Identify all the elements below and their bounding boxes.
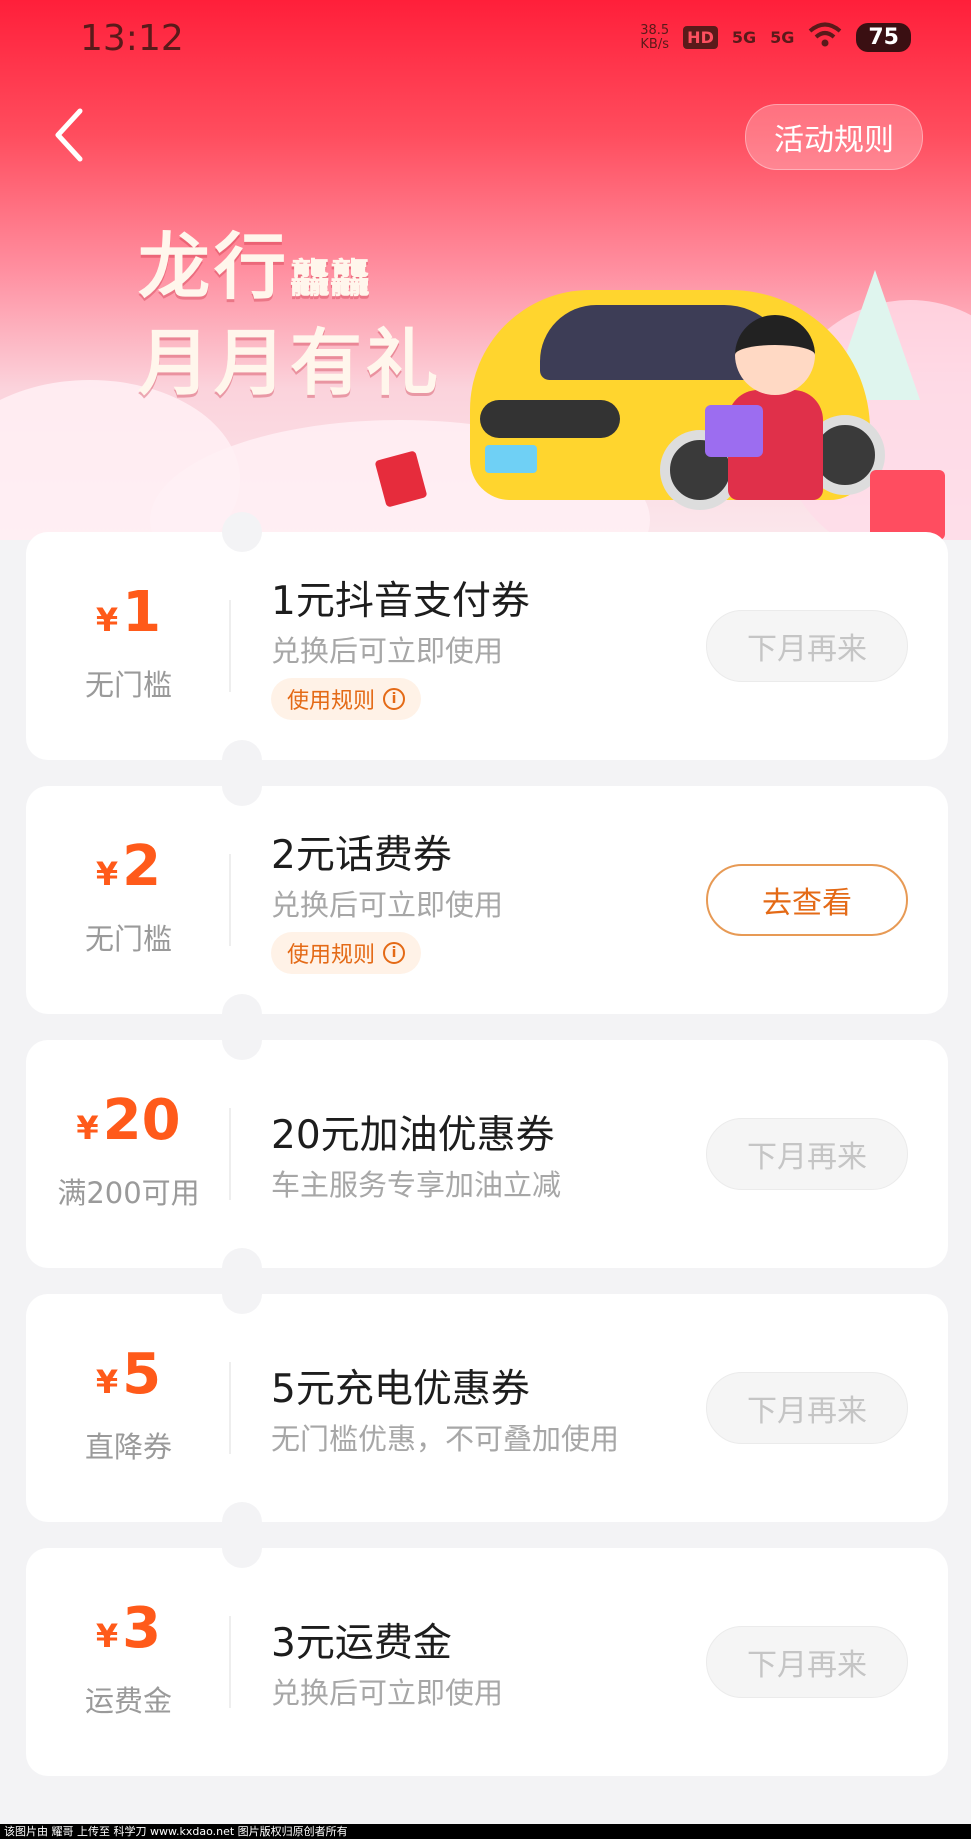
coupon-amount: ¥3 — [95, 1596, 162, 1661]
hero-banner: 13:12 38.5 KB/s HD 5G 5G 75 活动规则 龙行龘龘 月月… — [0, 0, 971, 540]
wifi-icon — [808, 22, 842, 53]
coupon-amount: ¥20 — [76, 1088, 181, 1153]
usage-rules-link[interactable]: 使用规则 i — [271, 932, 422, 974]
activity-rules-button[interactable]: 活动规则 — [745, 104, 923, 170]
come-back-next-month-button[interactable]: 下月再来 — [706, 610, 908, 682]
battery-indicator: 75 — [856, 23, 911, 52]
coupon-title: 20元加油优惠券 — [271, 1113, 555, 1158]
status-icons: 38.5 KB/s HD 5G 5G 75 — [640, 22, 911, 53]
status-bar: 13:12 38.5 KB/s HD 5G 5G 75 — [0, 0, 971, 80]
net-speed: 38.5 KB/s — [640, 22, 670, 52]
coupon-title: 2元话费券 — [271, 833, 452, 878]
chevron-left-icon — [55, 108, 83, 162]
come-back-next-month-button[interactable]: 下月再来 — [706, 1372, 908, 1444]
coupon-amount: ¥5 — [95, 1342, 162, 1407]
coupon-condition: 运费金 — [84, 1684, 172, 1718]
coupon-card: ¥2 无门槛 2元话费券 兑换后可立即使用 使用规则 i 去查看 — [26, 766, 948, 1034]
coupon-subtitle: 兑换后可立即使用 — [271, 634, 504, 668]
coupon-card: ¥1 无门槛 1元抖音支付券 兑换后可立即使用 使用规则 i 下月再来 — [26, 512, 948, 780]
view-coupon-button[interactable]: 去查看 — [706, 864, 908, 936]
info-icon: i — [383, 942, 406, 964]
coupon-title: 1元抖音支付券 — [271, 579, 530, 624]
hero-title: 龙行龘龘 月月有礼 — [138, 225, 443, 405]
usage-rules-link[interactable]: 使用规则 i — [271, 678, 422, 720]
hd-icon: HD — [683, 26, 718, 49]
status-time: 13:12 — [80, 18, 184, 59]
watermark-footer: 该图片由 耀哥 上传至 科学刀 www.kxdao.net 图片版权归原创者所有 — [0, 1824, 971, 1839]
coupon-card: ¥3 运费金 3元运费金 兑换后可立即使用 下月再来 — [26, 1528, 948, 1776]
come-back-next-month-button[interactable]: 下月再来 — [706, 1626, 908, 1698]
car-grill — [480, 400, 620, 438]
coupon-subtitle: 兑换后可立即使用 — [271, 888, 504, 922]
coupon-subtitle: 兑换后可立即使用 — [271, 1676, 504, 1710]
come-back-next-month-button[interactable]: 下月再来 — [706, 1118, 908, 1190]
coupon-card: ¥20 满200可用 20元加油优惠券 车主服务专享加油立减 下月再来 — [26, 1020, 948, 1288]
coupon-card: ¥5 直降券 5元充电优惠券 无门槛优惠，不可叠加使用 下月再来 — [26, 1274, 948, 1542]
coupon-title: 3元运费金 — [271, 1621, 452, 1666]
gift-box-icon — [705, 405, 763, 457]
coupon-condition: 直降券 — [84, 1430, 172, 1464]
gift-box-icon — [870, 470, 945, 540]
coupon-condition: 无门槛 — [84, 922, 172, 956]
coupon-amount: ¥2 — [95, 834, 162, 899]
car-plate — [485, 445, 537, 473]
signal-icon: 5G — [731, 28, 757, 47]
coupon-subtitle: 车主服务专享加油立减 — [271, 1168, 562, 1202]
coupon-amount: ¥1 — [95, 580, 162, 645]
coupon-condition: 无门槛 — [84, 668, 172, 702]
signal-icon: 5G — [770, 28, 795, 47]
coupon-title: 5元充电优惠券 — [271, 1367, 530, 1412]
back-button[interactable] — [50, 105, 90, 165]
coupon-subtitle: 无门槛优惠，不可叠加使用 — [271, 1422, 620, 1456]
coupon-condition: 满200可用 — [57, 1176, 200, 1210]
info-icon: i — [383, 688, 406, 710]
girl-head — [735, 315, 815, 395]
